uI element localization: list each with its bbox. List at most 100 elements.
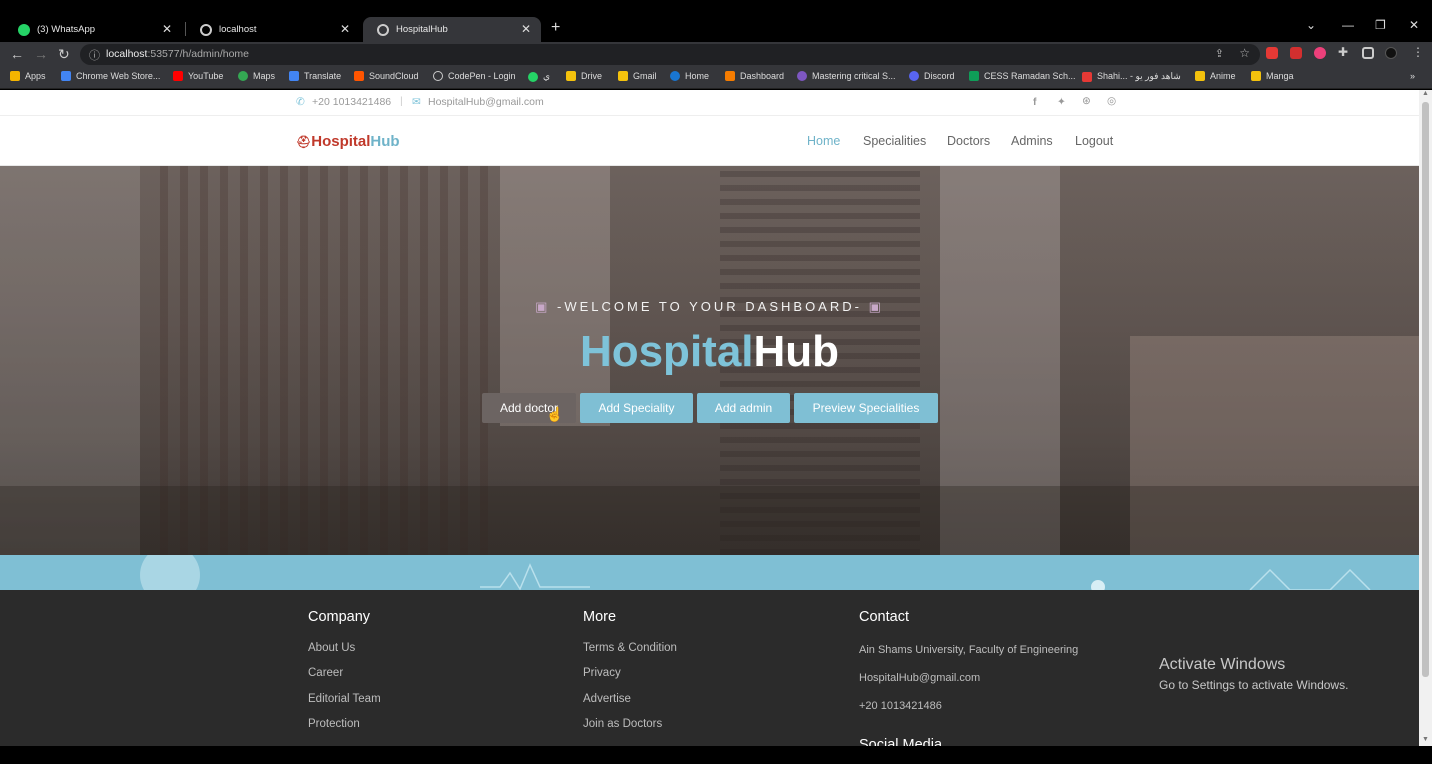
close-icon[interactable]: ✕ (521, 22, 531, 36)
bookmark-anime[interactable]: Anime (1195, 71, 1236, 81)
footer-company-heading: Company (308, 609, 371, 625)
star-icon[interactable]: ☆ (1239, 46, 1250, 60)
bookmark-manga[interactable]: Manga (1251, 71, 1294, 81)
hospital-icon: ▣ (868, 299, 884, 314)
minimize-icon[interactable]: — (1342, 18, 1354, 32)
bookmarks-overflow-button[interactable]: » (1410, 71, 1415, 81)
bookmark-youtube[interactable]: YouTube (173, 71, 223, 81)
forward-icon[interactable]: → (34, 46, 48, 62)
nav-doctors[interactable]: Doctors (947, 134, 990, 148)
footer-link-terms[interactable]: Terms & Condition (583, 642, 677, 654)
scroll-down-icon[interactable]: ▼ (1422, 736, 1429, 743)
new-tab-button[interactable]: + (551, 19, 560, 37)
scroll-up-icon[interactable]: ▲ (1422, 90, 1429, 97)
nav-logout[interactable]: Logout (1075, 134, 1113, 148)
discord-icon (909, 71, 919, 81)
bookmark-apps[interactable]: Apps (10, 71, 46, 81)
footer-link-protection[interactable]: Protection (308, 718, 360, 730)
tab-title: HospitalHub (396, 24, 448, 35)
translate-icon (289, 71, 299, 81)
dribbble-icon[interactable]: ⊛ (1082, 95, 1091, 107)
mail-icon: ✉ (412, 96, 421, 108)
activate-title: Activate Windows (1159, 656, 1286, 673)
hero-title: HospitalHub (579, 327, 840, 376)
address-bar-row: ← → ↻ ⓘ localhost:53577/h/admin/home ⇪ ☆… (0, 42, 1432, 67)
nav-home[interactable]: Home (807, 134, 840, 148)
bookmark-dashboard[interactable]: Dashboard (725, 71, 784, 81)
folder-icon (1195, 71, 1205, 81)
url-text[interactable]: localhost:53577/h/admin/home (106, 48, 249, 60)
puzzle-icon[interactable]: ✚ (1338, 45, 1348, 59)
tab-localhost[interactable]: localhost ✕ (186, 17, 360, 42)
tab-title: localhost (219, 24, 257, 35)
bookmark-translate[interactable]: Translate (289, 71, 341, 81)
tab-search-icon[interactable]: ⌄ (1306, 18, 1316, 32)
footer-link-editorial[interactable]: Editorial Team (308, 693, 381, 705)
footer-link-career[interactable]: Career (308, 667, 343, 679)
tab-whatsapp[interactable]: (3) WhatsApp ✕ (4, 17, 182, 42)
divider: | (400, 95, 403, 107)
whatsapp-icon (528, 71, 538, 82)
bookmark-drive[interactable]: Drive (566, 71, 602, 81)
extension-icon[interactable] (1290, 47, 1302, 59)
bookmark-home[interactable]: Home (670, 71, 709, 81)
globe-icon (433, 71, 443, 81)
reload-icon[interactable]: ↻ (58, 46, 70, 63)
menu-icon[interactable]: ⋮ (1412, 45, 1424, 59)
decorative-band (0, 555, 1419, 590)
bookmark-codepen[interactable]: CodePen - Login (433, 71, 516, 81)
tab-hospitalhub[interactable]: HospitalHub ✕ (363, 17, 541, 42)
footer-social-heading: Social Media (859, 737, 943, 746)
hero-welcome: ▣ -WELCOME TO YOUR DASHBOARD- ▣ (535, 299, 884, 314)
extension-icon[interactable] (1314, 47, 1326, 59)
heartbeat-decoration (480, 563, 590, 590)
nav-specialities[interactable]: Specialities (863, 134, 926, 148)
bookmark-discord[interactable]: Discord (909, 71, 955, 81)
preview-specialities-button[interactable]: Preview Specialities (794, 393, 938, 423)
folder-icon (566, 71, 576, 81)
info-icon[interactable]: ⓘ (89, 47, 100, 63)
whatsapp-icon (18, 23, 30, 36)
hospital-icon: ⛑ (296, 135, 312, 149)
hero-section: ▣ -WELCOME TO YOUR DASHBOARD- ▣ Hospital… (0, 166, 1419, 555)
globe-icon (377, 23, 389, 36)
footer-link-about[interactable]: About Us (308, 642, 355, 654)
close-window-icon[interactable]: ✕ (1409, 18, 1419, 32)
add-speciality-button[interactable]: Add Speciality (580, 393, 693, 423)
site-logo[interactable]: ⛑HospitalHub (296, 133, 400, 150)
share-icon[interactable]: ⇪ (1215, 47, 1224, 60)
hex-decoration (1249, 568, 1371, 590)
page-scrollbar[interactable]: ▲ ▼ (1419, 90, 1432, 746)
nav-admins[interactable]: Admins (1011, 134, 1053, 148)
back-icon[interactable]: ← (10, 46, 24, 62)
bookmark-soundcloud[interactable]: SoundCloud (354, 71, 419, 81)
restore-icon[interactable]: ❐ (1375, 18, 1386, 32)
footer-link-privacy[interactable]: Privacy (583, 667, 621, 679)
close-icon[interactable]: ✕ (340, 22, 350, 36)
bookmark-whatsapp[interactable]: ي (528, 71, 550, 82)
youtube-icon (173, 71, 183, 81)
bookmark-cess[interactable]: CESS Ramadan Sch... (969, 71, 1076, 81)
adblock-icon[interactable] (1266, 47, 1278, 59)
bookmarks-bar: Apps Chrome Web Store... YouTube Maps Tr… (0, 67, 1432, 89)
footer-more-heading: More (583, 609, 617, 625)
close-icon[interactable]: ✕ (162, 22, 172, 36)
footer-link-advertise[interactable]: Advertise (583, 693, 631, 705)
footer-link-join[interactable]: Join as Doctors (583, 718, 662, 730)
scrollbar-thumb[interactable] (1422, 102, 1429, 677)
omnibox[interactable]: ⓘ localhost:53577/h/admin/home ⇪ ☆ (80, 44, 1260, 65)
avatar[interactable] (1385, 47, 1397, 59)
bookmark-mastering[interactable]: Mastering critical S... (797, 71, 896, 81)
page-viewport: ✆ +20 1013421486 | ✉ HospitalHub@gmail.c… (0, 90, 1419, 746)
bookmark-gmail[interactable]: Gmail (618, 71, 657, 81)
bookmark-chrome-web-store[interactable]: Chrome Web Store... (61, 71, 160, 81)
bookmark-maps[interactable]: Maps (238, 71, 275, 81)
add-admin-button[interactable]: Add admin (697, 393, 790, 423)
footer-phone: +20 1013421486 (859, 700, 942, 712)
facebook-icon[interactable]: f (1033, 96, 1037, 108)
twitter-icon[interactable]: ✦ (1057, 96, 1066, 108)
instagram-icon[interactable]: ◎ (1107, 95, 1116, 107)
building-background (0, 486, 1419, 555)
bookmark-shahid[interactable]: Shahi... - شاهد فور يو (1082, 71, 1181, 82)
sidepanel-icon[interactable] (1362, 47, 1374, 59)
